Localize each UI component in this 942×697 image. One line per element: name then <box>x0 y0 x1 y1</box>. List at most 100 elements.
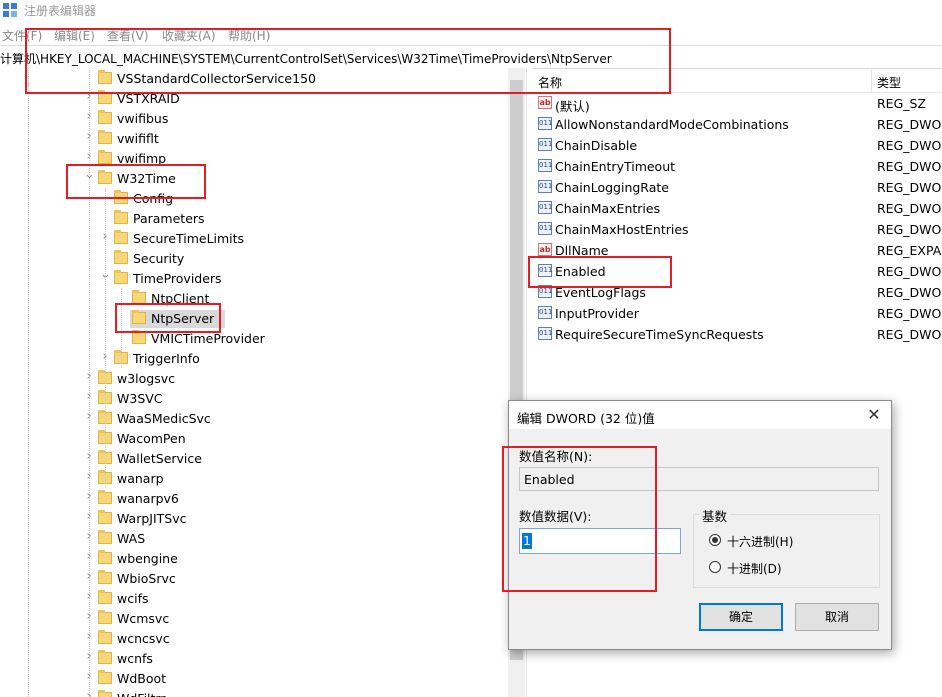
tree-item-label[interactable]: WacomPen <box>117 431 186 446</box>
tree-item[interactable]: › wanarpv6 <box>0 489 505 509</box>
tree-item[interactable]: › wcnfs <box>0 649 505 669</box>
tree-item-label[interactable]: WdFiltrr <box>117 691 165 697</box>
tree-guide-line <box>28 68 29 697</box>
cancel-button[interactable]: 取消 <box>795 603 879 631</box>
tree-item-label[interactable]: W3SVC <box>117 391 163 406</box>
tree-item[interactable]: NtpClient <box>0 289 505 309</box>
tree-item[interactable]: Security <box>0 249 505 269</box>
tree-item-label[interactable]: WalletService <box>117 451 202 466</box>
tree-item[interactable]: ›WdFiltrr <box>0 689 505 697</box>
tree-item[interactable]: ⌄ TimeProviders <box>0 268 505 289</box>
tree-item[interactable]: › wcifs <box>0 589 505 609</box>
tree-item[interactable]: › WbioSrvc <box>0 569 505 589</box>
tree-item-label[interactable]: TimeProviders <box>133 271 222 286</box>
value-name[interactable]: AllowNonstandardModeCombinations <box>555 117 789 132</box>
close-icon[interactable]: ✕ <box>863 405 885 425</box>
tree-item[interactable]: › WarpJITSvc <box>0 509 505 529</box>
tree-item-label[interactable]: Security <box>133 251 184 266</box>
window-title: 注册表编辑器 <box>24 4 97 18</box>
tree-item[interactable]: VMICTimeProvider <box>0 329 505 349</box>
tree-item[interactable]: › WaaSMedicSvc <box>0 409 505 429</box>
value-row[interactable]: 011ChainMaxHostEntries REG_DWORD <box>532 219 942 240</box>
value-name[interactable]: (默认) <box>555 96 590 115</box>
tree-item[interactable]: › WdBoot <box>0 669 505 689</box>
tree-item[interactable]: › TriggerInfo <box>0 349 505 369</box>
value-name[interactable]: InputProvider <box>555 306 639 321</box>
tree-item-label[interactable]: wcifs <box>117 591 148 606</box>
folder-icon <box>114 230 128 244</box>
tree-item-label[interactable]: wbengine <box>117 551 178 566</box>
tree-item-label[interactable]: wanarp <box>117 471 164 486</box>
value-type: REG_DWORD <box>877 264 942 279</box>
value-row[interactable]: 011ChainLoggingRate REG_DWORD <box>532 177 942 198</box>
radio-decimal-label[interactable]: 十进制(D) <box>727 560 782 577</box>
tree-item[interactable]: › wanarp <box>0 469 505 489</box>
binary-value-icon: 011 <box>538 159 552 172</box>
tree-item[interactable]: WacomPen <box>0 429 505 449</box>
tree-item-label[interactable]: wanarpv6 <box>117 491 179 506</box>
tree-item[interactable]: › WAS <box>0 529 505 549</box>
tree-item-label[interactable]: vwifibus <box>117 111 168 126</box>
base-label: 基数 <box>699 506 731 525</box>
value-name[interactable]: ChainDisable <box>555 138 637 153</box>
tree-item[interactable]: › wbengine <box>0 549 505 569</box>
tree-item-label[interactable]: WAS <box>117 531 145 546</box>
tree-item-label[interactable]: TriggerInfo <box>133 351 200 366</box>
value-type: REG_DWORD <box>877 222 942 237</box>
tree-item-label[interactable]: WarpJITSvc <box>117 511 187 526</box>
tree-item-label[interactable]: SecureTimeLimits <box>133 231 244 246</box>
column-divider[interactable] <box>871 68 872 92</box>
tree-item[interactable]: › w3logsvc <box>0 369 505 389</box>
tree-item-label[interactable]: Parameters <box>133 211 205 226</box>
base-groupbox <box>693 514 880 588</box>
tree-item-label[interactable]: WdBoot <box>117 671 166 686</box>
tree-item-label[interactable]: vwififlt <box>117 131 159 146</box>
tree-item[interactable]: › vwifibus <box>0 109 505 129</box>
folder-icon <box>98 510 112 524</box>
folder-icon <box>98 490 112 504</box>
string-value-icon: ab <box>538 243 552 256</box>
column-type-header[interactable]: 类型 <box>877 74 901 91</box>
key-tree[interactable]: VSStandardCollectorService150 › VSTXRAID › v… <box>0 68 526 697</box>
value-row[interactable]: 011ChainEntryTimeout REG_DWORD <box>532 156 942 177</box>
value-row[interactable]: ab (默认) REG_SZ <box>532 93 942 114</box>
value-name[interactable]: RequireSecureTimeSyncRequests <box>555 327 764 342</box>
value-type: REG_DWORD <box>877 117 942 132</box>
tree-item-label[interactable]: w3logsvc <box>117 371 175 386</box>
radio-hex-label[interactable]: 十六进制(H) <box>727 533 793 550</box>
ok-button[interactable]: 确定 <box>699 603 783 631</box>
tree-item-label[interactable]: wcnfs <box>117 651 153 666</box>
tree-item[interactable]: › SecureTimeLimits <box>0 229 505 249</box>
tree-item-label[interactable]: VMICTimeProvider <box>151 331 265 346</box>
radio-decimal[interactable] <box>709 561 721 573</box>
tree-item[interactable]: NtpServer <box>0 309 505 329</box>
value-name[interactable]: ChainLoggingRate <box>555 180 669 195</box>
value-row[interactable]: 011 AllowNonstandardModeCombinations REG_D… <box>532 114 942 135</box>
tree-item-label[interactable]: WaaSMedicSvc <box>117 411 211 426</box>
folder-icon <box>98 610 112 624</box>
value-name[interactable]: ChainMaxHostEntries <box>555 222 689 237</box>
value-row[interactable]: 011ChainDisable REG_DWORD <box>532 135 942 156</box>
value-type: REG_DWORD <box>877 306 942 321</box>
value-type: REG_EXPAND_SZ <box>877 243 942 258</box>
tree-item-label[interactable]: Wcmsvc <box>117 611 169 626</box>
folder-icon <box>98 630 112 644</box>
folder-icon <box>98 570 112 584</box>
tree-item-label[interactable]: wcncsvc <box>117 631 170 646</box>
folder-icon <box>98 150 112 164</box>
value-row[interactable]: 011RequireSecureTimeSyncRequests REG_DWOR… <box>532 324 942 345</box>
value-row[interactable]: 011ChainMaxEntries REG_DWORD <box>532 198 942 219</box>
tree-item[interactable]: › WalletService <box>0 449 505 469</box>
folder-icon <box>98 690 112 697</box>
radio-hex[interactable] <box>709 534 721 546</box>
tree-item[interactable]: Parameters <box>0 209 505 229</box>
value-type: REG_DWORD <box>877 159 942 174</box>
tree-item[interactable]: › wcncsvc <box>0 629 505 649</box>
tree-item[interactable]: › vwififlt <box>0 129 505 149</box>
tree-item[interactable]: › Wcmsvc <box>0 609 505 629</box>
value-row[interactable]: 011InputProvider REG_DWORD <box>532 303 942 324</box>
value-name[interactable]: ChainEntryTimeout <box>555 159 675 174</box>
tree-item[interactable]: › W3SVC <box>0 389 505 409</box>
value-name[interactable]: ChainMaxEntries <box>555 201 660 216</box>
tree-item-label[interactable]: WbioSrvc <box>117 571 176 586</box>
